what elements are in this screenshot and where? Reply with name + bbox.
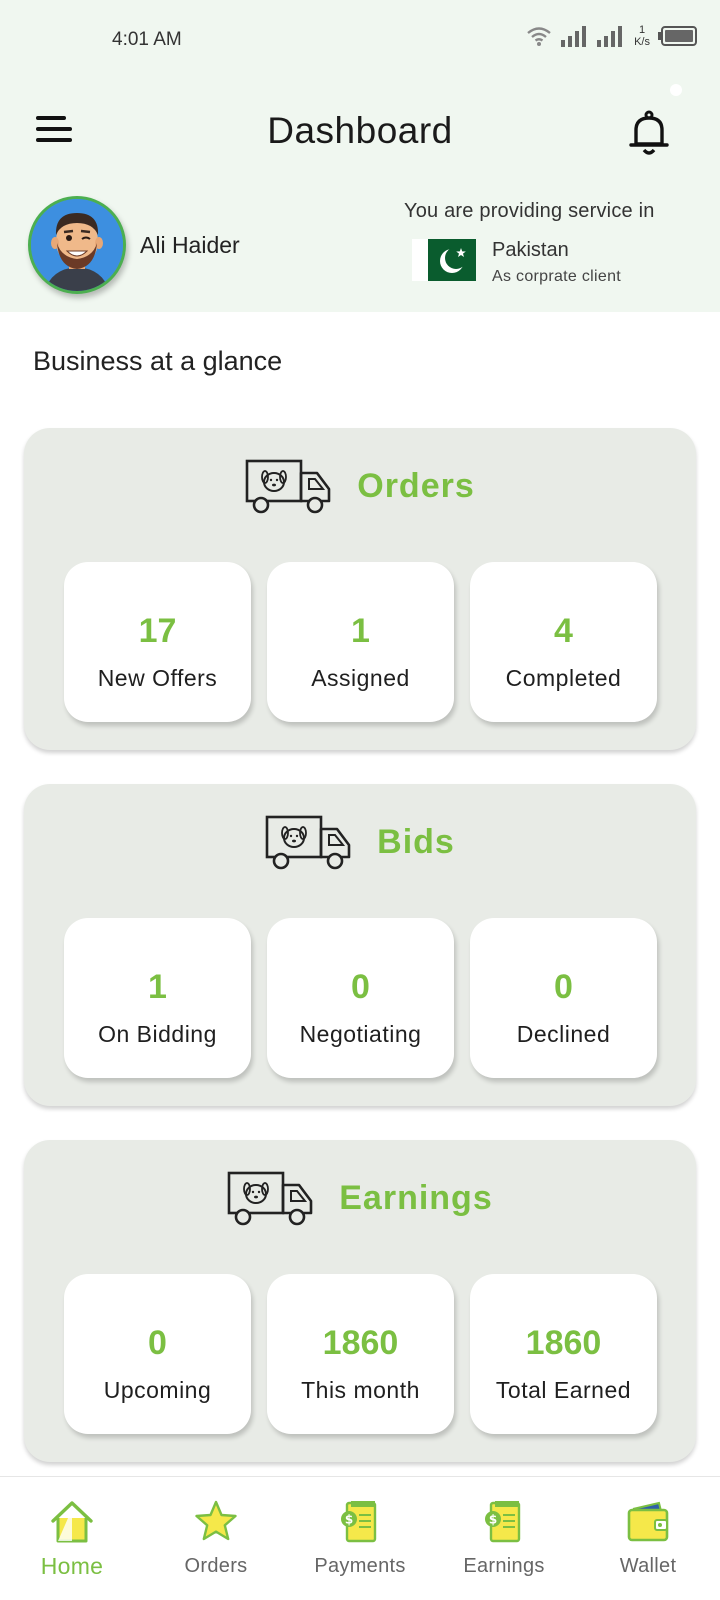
- card-title: Bids: [377, 822, 455, 861]
- earnings-icon: $: [485, 1501, 521, 1543]
- card-header: Orders: [24, 454, 696, 518]
- nav-wallet[interactable]: Wallet: [576, 1477, 720, 1600]
- stats-row: 1 On Bidding 0 Negotiating 0 Declined: [64, 918, 657, 1078]
- stat-label: Declined: [516, 1021, 611, 1047]
- country-row: Pakistan As corprate client: [412, 239, 704, 286]
- stat-label: Total Earned: [495, 1377, 632, 1403]
- country-name: Pakistan: [492, 239, 569, 261]
- user-name: Ali Haider: [140, 231, 240, 258]
- app-header: Dashboard: [0, 90, 720, 170]
- network-speed-value: 1: [638, 24, 646, 36]
- signal-icon: [561, 26, 587, 47]
- avatar[interactable]: [28, 196, 126, 294]
- stat-on-bidding[interactable]: 1 On Bidding: [64, 918, 251, 1078]
- stat-value: 1860: [525, 1324, 602, 1362]
- card-title: Earnings: [339, 1178, 493, 1217]
- status-icons: 1 K/s: [526, 24, 698, 48]
- stat-label: Upcoming: [103, 1377, 212, 1403]
- stat-value: 0: [554, 968, 573, 1006]
- service-location: You are providing service in Pakistan As…: [404, 200, 704, 286]
- stat-value: 0: [351, 968, 370, 1006]
- pakistan-flag-icon: [412, 239, 476, 281]
- nav-label: Home: [40, 1553, 104, 1579]
- signal-icon-2: [597, 26, 623, 47]
- truck-icon: [245, 459, 331, 514]
- wallet-icon: [627, 1501, 669, 1542]
- bids-card: Bids 1 On Bidding 0 Negotiating 0 Declin…: [24, 784, 696, 1106]
- section-title: Business at a glance: [33, 346, 283, 376]
- avatar-icon: [31, 199, 123, 291]
- nav-home[interactable]: Home: [0, 1477, 144, 1600]
- stat-value: 1: [148, 968, 167, 1006]
- stat-upcoming[interactable]: 0 Upcoming: [64, 1274, 251, 1434]
- battery-icon: [658, 26, 697, 46]
- wifi-icon: [527, 27, 551, 46]
- bell-icon: [629, 110, 669, 155]
- notifications-button[interactable]: [628, 110, 670, 156]
- svg-text:$: $: [489, 1513, 497, 1527]
- stat-label: Completed: [505, 665, 622, 691]
- nav-payments[interactable]: $ Payments: [288, 1477, 432, 1600]
- stat-label: Negotiating: [299, 1021, 422, 1047]
- page-title: Dashboard: [267, 110, 453, 151]
- truck-icon: [265, 815, 351, 870]
- nav-earnings[interactable]: $ Earnings: [432, 1477, 576, 1600]
- country-info: Pakistan As corprate client: [492, 239, 621, 286]
- star-icon: [195, 1500, 237, 1541]
- truck-icon: [227, 1171, 313, 1226]
- stat-value: 4: [554, 612, 573, 650]
- stat-completed[interactable]: 4 Completed: [470, 562, 657, 722]
- card-header: Earnings: [24, 1166, 696, 1230]
- nav-label: Wallet: [619, 1555, 677, 1577]
- stat-value: 1860: [322, 1324, 399, 1362]
- nav-orders[interactable]: Orders: [144, 1477, 288, 1600]
- service-label: You are providing service in: [404, 200, 655, 222]
- stats-row: 0 Upcoming 1860 This month 1860 Total Ea…: [64, 1274, 657, 1434]
- home-icon: [51, 1501, 93, 1543]
- orders-card: Orders 17 New Offers 1 Assigned 4 Comple…: [24, 428, 696, 750]
- card-title: Orders: [357, 466, 475, 505]
- earnings-card: Earnings 0 Upcoming 1860 This month 1860…: [24, 1140, 696, 1462]
- stat-negotiating[interactable]: 0 Negotiating: [267, 918, 454, 1078]
- bottom-nav: Home Orders $ Payments $ Earnings Wallet: [0, 1476, 720, 1600]
- svg-text:$: $: [345, 1513, 353, 1527]
- card-header: Bids: [24, 810, 696, 874]
- stat-new-offers[interactable]: 17 New Offers: [64, 562, 251, 722]
- nav-label: Orders: [184, 1555, 248, 1577]
- stat-label: New Offers: [97, 665, 218, 691]
- stat-value: 0: [148, 1324, 167, 1362]
- stat-total-earned[interactable]: 1860 Total Earned: [470, 1274, 657, 1434]
- stat-value: 17: [138, 612, 177, 650]
- network-speed-unit: K/s: [634, 36, 650, 48]
- stat-value: 1: [351, 612, 370, 650]
- payments-icon: $: [341, 1501, 377, 1543]
- status-bar: 4:01 AM 1 K/s: [0, 0, 720, 80]
- status-time: 4:01 AM: [112, 29, 182, 50]
- nav-label: Earnings: [463, 1555, 545, 1577]
- client-type: As corprate client: [492, 268, 622, 285]
- stat-label: Assigned: [311, 665, 410, 691]
- network-speed: 1 K/s: [634, 24, 650, 48]
- stat-this-month[interactable]: 1860 This month: [267, 1274, 454, 1434]
- stats-row: 17 New Offers 1 Assigned 4 Completed: [64, 562, 657, 722]
- stat-declined[interactable]: 0 Declined: [470, 918, 657, 1078]
- nav-label: Payments: [314, 1555, 406, 1577]
- stat-assigned[interactable]: 1 Assigned: [267, 562, 454, 722]
- stat-label: This month: [301, 1377, 420, 1403]
- profile[interactable]: Ali Haider: [28, 196, 240, 294]
- stat-label: On Bidding: [98, 1021, 217, 1047]
